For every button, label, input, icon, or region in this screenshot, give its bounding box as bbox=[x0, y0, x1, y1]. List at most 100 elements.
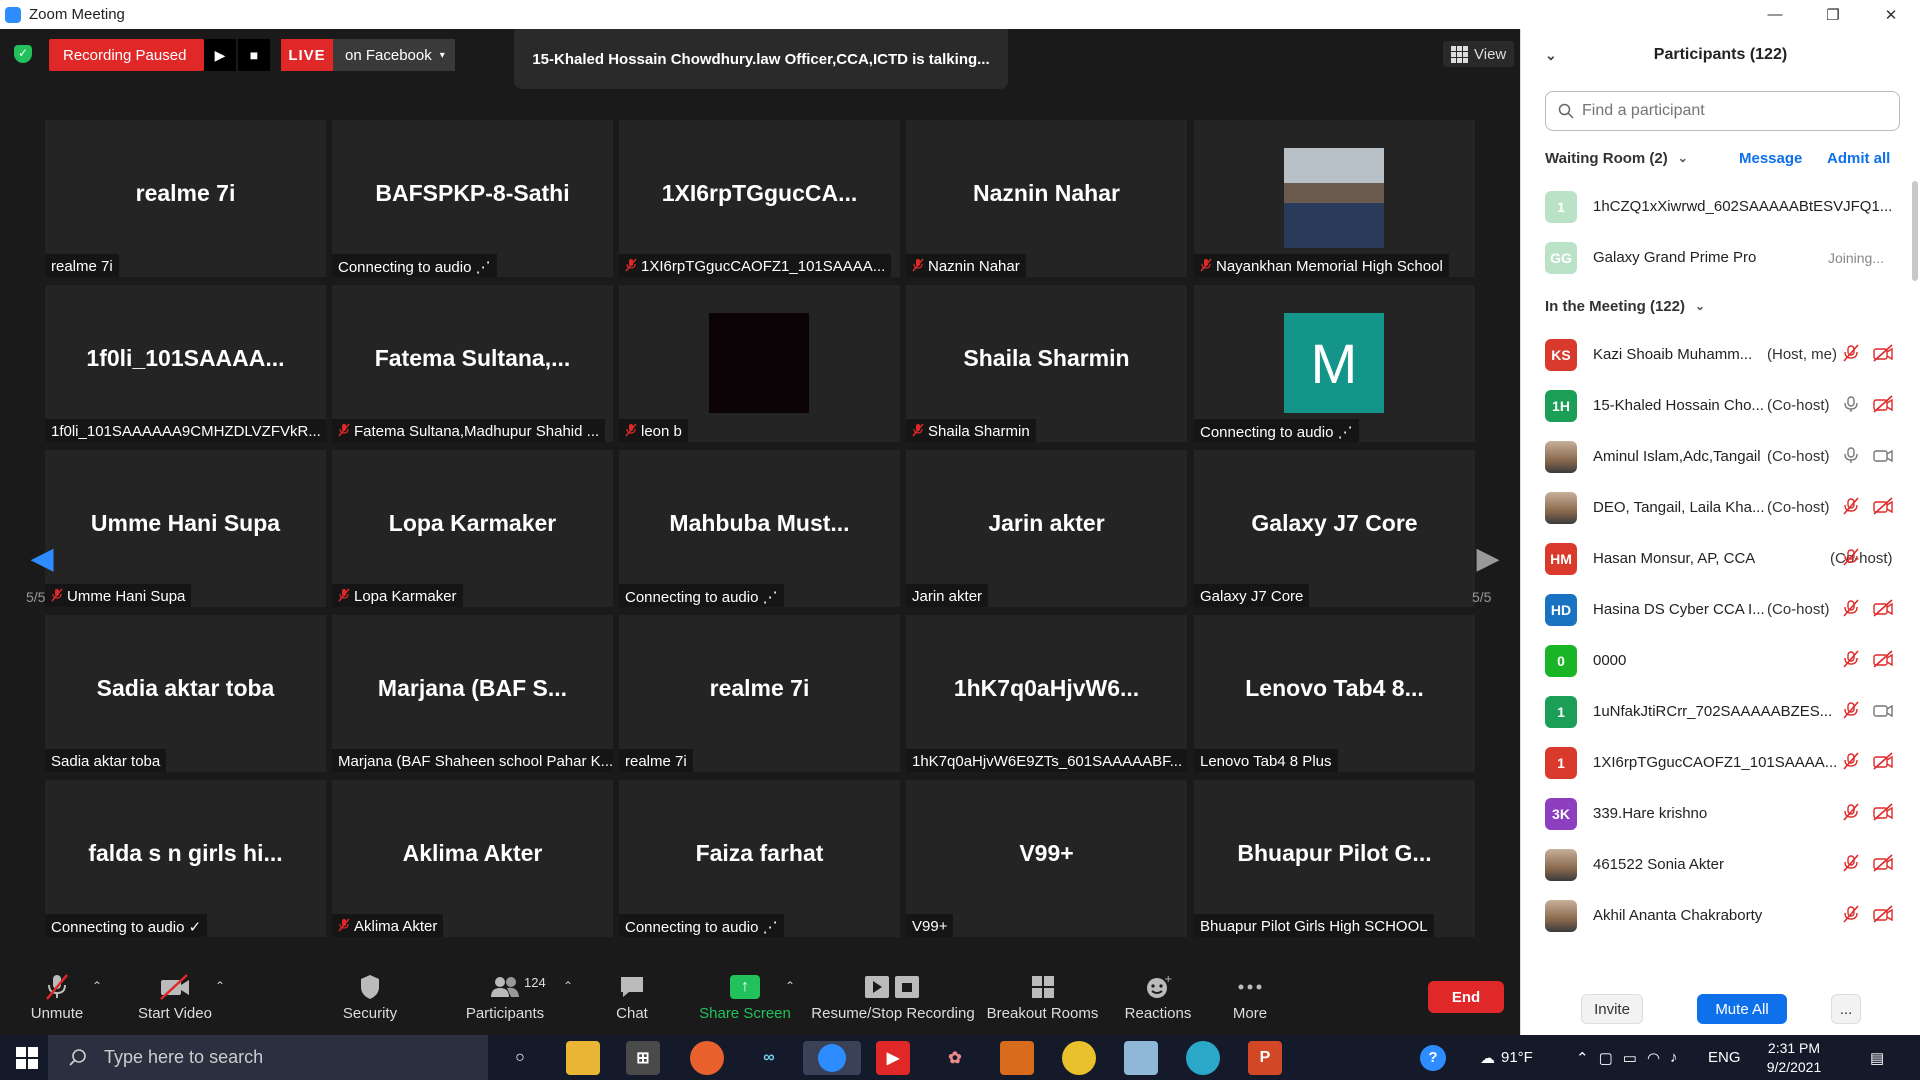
mic-muted-icon[interactable] bbox=[1842, 649, 1860, 672]
video-tile[interactable]: Faiza farhat Connecting to audio ⋰ bbox=[619, 780, 900, 937]
participant-row[interactable]: 3K 339.Hare krishno bbox=[1521, 788, 1920, 839]
video-tile[interactable]: Shaila Sharmin Shaila Sharmin bbox=[906, 285, 1187, 442]
security-button[interactable]: Security bbox=[330, 959, 410, 1035]
video-tile[interactable]: Aklima Akter Aklima Akter bbox=[332, 780, 613, 937]
windows-start-icon[interactable] bbox=[16, 1047, 38, 1069]
waiting-participant-row[interactable]: 1 1hCZQ1xXiwrwd_602SAAAAABtESVJFQ1... bbox=[1521, 181, 1920, 232]
video-tile[interactable]: Nayankhan Memorial High School bbox=[1194, 120, 1475, 277]
mic-muted-icon[interactable] bbox=[1842, 598, 1860, 621]
collapse-panel-icon[interactable]: ⌄ bbox=[1545, 47, 1557, 64]
start-video-button[interactable]: Start Video bbox=[130, 959, 220, 1035]
system-tray-icons[interactable]: ⌃ ▢ ▭ ◠ ♪ bbox=[1576, 1035, 1678, 1080]
end-meeting-button[interactable]: End bbox=[1428, 981, 1504, 1013]
mic-muted-icon[interactable] bbox=[1842, 547, 1860, 570]
previous-page-icon[interactable]: ◀ bbox=[24, 532, 60, 584]
mute-all-button[interactable]: Mute All bbox=[1697, 994, 1787, 1024]
participants-button[interactable]: Participants bbox=[455, 959, 555, 1035]
participant-search[interactable] bbox=[1545, 91, 1900, 131]
encryption-shield-icon[interactable] bbox=[14, 45, 32, 63]
participant-row[interactable]: 1H 15-Khaled Hossain Cho... (Co-host) bbox=[1521, 380, 1920, 431]
share-options-caret-icon[interactable]: ⌃ bbox=[785, 979, 795, 993]
video-tile[interactable]: Umme Hani Supa Umme Hani Supa bbox=[45, 450, 326, 607]
waiting-participant-row[interactable]: GG Galaxy Grand Prime Pro Joining... bbox=[1521, 232, 1920, 283]
video-tile[interactable]: M Connecting to audio ⋰ bbox=[1194, 285, 1475, 442]
video-tile[interactable]: Jarin akter Jarin akter bbox=[906, 450, 1187, 607]
store-icon[interactable]: ⊞ bbox=[626, 1041, 660, 1075]
powerpoint-icon[interactable]: P bbox=[1248, 1041, 1282, 1075]
close-button[interactable]: ✕ bbox=[1862, 0, 1920, 29]
video-tile[interactable]: Lopa Karmaker Lopa Karmaker bbox=[332, 450, 613, 607]
video-tile[interactable]: V99+ V99+ bbox=[906, 780, 1187, 937]
video-tile[interactable]: Mahbuba Must... Connecting to audio ⋰ bbox=[619, 450, 900, 607]
reactions-button[interactable]: + Reactions bbox=[1118, 959, 1198, 1035]
admit-all-button[interactable]: Admit all bbox=[1827, 150, 1890, 167]
chat-button[interactable]: Chat bbox=[602, 959, 662, 1035]
audio-options-caret-icon[interactable]: ⌃ bbox=[92, 979, 102, 993]
video-tile[interactable]: Marjana (BAF S... Marjana (BAF Shaheen sc… bbox=[332, 615, 613, 772]
mic-muted-icon[interactable] bbox=[1842, 700, 1860, 723]
participant-row[interactable]: Aminul Islam,Adc,Tangail (Co-host) bbox=[1521, 431, 1920, 482]
language-indicator[interactable]: ENG bbox=[1708, 1035, 1741, 1080]
video-tile[interactable]: Lenovo Tab4 8... Lenovo Tab4 8 Plus bbox=[1194, 615, 1475, 772]
participant-row[interactable]: DEO, Tangail, Laila Kha... (Co-host) bbox=[1521, 482, 1920, 533]
video-tile[interactable]: realme 7i realme 7i bbox=[45, 120, 326, 277]
in-meeting-header[interactable]: In the Meeting (122) ⌄ bbox=[1521, 283, 1920, 329]
panel-more-button[interactable]: ... bbox=[1831, 994, 1861, 1024]
participant-row[interactable]: 0 0000 bbox=[1521, 635, 1920, 686]
video-tile[interactable]: Sadia aktar toba Sadia aktar toba bbox=[45, 615, 326, 772]
mic-muted-icon[interactable] bbox=[1842, 343, 1860, 366]
mic-icon[interactable] bbox=[1842, 446, 1860, 468]
taskbar-clock[interactable]: 2:31 PM 9/2/2021 bbox=[1754, 1039, 1834, 1077]
participant-row[interactable]: KS Kazi Shoaib Muhamm... (Host, me) bbox=[1521, 329, 1920, 380]
live-destination-dropdown[interactable]: on Facebook ▾ bbox=[333, 39, 455, 71]
zoom-taskbar-icon[interactable] bbox=[803, 1041, 861, 1075]
file-explorer-icon[interactable] bbox=[566, 1041, 600, 1075]
mic-muted-icon[interactable] bbox=[1842, 802, 1860, 825]
video-tile[interactable]: 1f0li_101SAAAA... 1f0li_101SAAAAAA9CMHZDL… bbox=[45, 285, 326, 442]
minimize-button[interactable]: — bbox=[1746, 0, 1804, 29]
mic-muted-icon[interactable] bbox=[1842, 496, 1860, 519]
video-tile[interactable]: 1hK7q0aHjvW6... 1hK7q0aHjvW6E9ZTs_601SAAA… bbox=[906, 615, 1187, 772]
task-view-icon[interactable]: ○ bbox=[503, 1041, 537, 1075]
video-tile[interactable]: Bhuapur Pilot G... Bhuapur Pilot Girls Hi… bbox=[1194, 780, 1475, 937]
share-screen-button[interactable]: ↑ Share Screen bbox=[695, 959, 795, 1035]
video-tile[interactable]: BAFSPKP-8-Sathi Connecting to audio ⋰ bbox=[332, 120, 613, 277]
video-tile[interactable]: Naznin Nahar Naznin Nahar bbox=[906, 120, 1187, 277]
chrome-icon[interactable] bbox=[1062, 1041, 1096, 1075]
view-button[interactable]: View bbox=[1443, 41, 1515, 67]
notes-app-icon[interactable] bbox=[1124, 1041, 1158, 1075]
waiting-room-header[interactable]: Waiting Room (2) ⌄ Message Admit all bbox=[1521, 135, 1920, 181]
screen-recorder-icon[interactable]: ▶ bbox=[876, 1041, 910, 1075]
unmute-button[interactable]: Unmute bbox=[20, 959, 94, 1035]
participant-row[interactable]: Akhil Ananta Chakraborty bbox=[1521, 890, 1920, 941]
breakout-rooms-button[interactable]: Breakout Rooms bbox=[985, 959, 1100, 1035]
mic-muted-icon[interactable] bbox=[1842, 751, 1860, 774]
next-page-icon[interactable]: ▶ bbox=[1470, 532, 1506, 584]
resume-stop-recording-button[interactable]: Resume/Stop Recording bbox=[808, 959, 978, 1035]
participant-row[interactable]: HD Hasina DS Cyber CCA I... (Co-host) bbox=[1521, 584, 1920, 635]
video-tile[interactable]: Galaxy J7 Core Galaxy J7 Core bbox=[1194, 450, 1475, 607]
participant-row[interactable]: HM Hasan Monsur, AP, CCA (Co-host) bbox=[1521, 533, 1920, 584]
restore-button[interactable]: ❐ bbox=[1804, 0, 1862, 29]
mic-icon[interactable] bbox=[1842, 395, 1860, 417]
infinity-app-icon[interactable]: ∞ bbox=[752, 1041, 786, 1075]
more-button[interactable]: More bbox=[1220, 959, 1280, 1035]
video-tile[interactable]: leon b bbox=[619, 285, 900, 442]
participant-row[interactable]: 1 1XI6rpTGgucCAOFZ1_101SAAAA... bbox=[1521, 737, 1920, 788]
message-waiting-button[interactable]: Message bbox=[1739, 150, 1802, 167]
firefox-icon[interactable] bbox=[690, 1041, 724, 1075]
search-input[interactable] bbox=[1582, 102, 1882, 120]
stop-recording-button[interactable]: ■ bbox=[238, 39, 270, 71]
mic-muted-icon[interactable] bbox=[1842, 904, 1860, 927]
media-app-icon[interactable] bbox=[1000, 1041, 1034, 1075]
video-tile[interactable]: falda s n girls hi... Connecting to audio… bbox=[45, 780, 326, 937]
panel-scrollbar[interactable] bbox=[1912, 181, 1918, 281]
participants-options-caret-icon[interactable]: ⌃ bbox=[563, 979, 573, 993]
taskbar-search[interactable]: Type here to search bbox=[48, 1035, 488, 1080]
edge-icon[interactable] bbox=[1186, 1041, 1220, 1075]
participant-row[interactable]: 1 1uNfakJtiRCrr_702SAAAAABZES... bbox=[1521, 686, 1920, 737]
video-tile[interactable]: realme 7i realme 7i bbox=[619, 615, 900, 772]
weather-widget[interactable]: ☁ 91°F bbox=[1480, 1035, 1533, 1080]
video-options-caret-icon[interactable]: ⌃ bbox=[215, 979, 225, 993]
resume-recording-button[interactable]: ▶ bbox=[204, 39, 236, 71]
